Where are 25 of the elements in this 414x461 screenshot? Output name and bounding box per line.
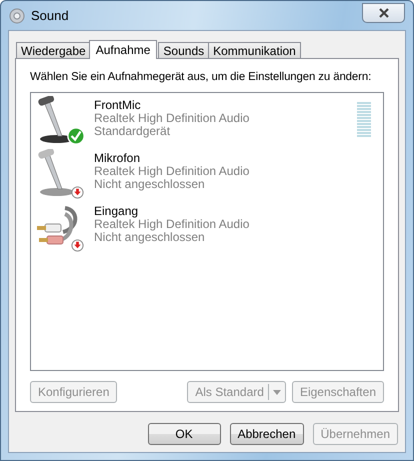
window-title: Sound	[31, 8, 70, 23]
device-driver: Realtek High Definition Audio	[94, 165, 250, 178]
device-item[interactable]: FrontMic Realtek High Definition Audio Standardgerät	[35, 96, 379, 149]
speaker-icon	[9, 8, 25, 24]
device-name: FrontMic	[94, 99, 142, 112]
device-item[interactable]: Eingang Realtek High Definition Audio Nicht angeschlossen	[35, 202, 379, 255]
tab[interactable]: Wiedergabe	[16, 42, 91, 58]
instruction-text: Wählen Sie ein Aufnahmegerät aus, um die Einstellungen zu ändern:	[30, 71, 372, 83]
dropdown-arrow-icon	[272, 390, 281, 394]
tab[interactable]: Sounds	[158, 42, 210, 58]
close-button[interactable]	[362, 2, 405, 22]
level-meter	[357, 102, 371, 137]
device-status: Standardgerät	[94, 125, 172, 138]
device-driver: Realtek High Definition Audio	[94, 112, 250, 125]
dialog-button[interactable]: Abbrechen	[230, 423, 304, 445]
close-icon	[378, 8, 390, 18]
device-name: Eingang	[94, 205, 140, 218]
tab[interactable]: Kommunikation	[208, 42, 301, 58]
device-status: Nicht angeschlossen	[94, 231, 206, 244]
device-name: Mikrofon	[94, 152, 142, 165]
device-status: Nicht angeschlossen	[94, 178, 206, 191]
device-item[interactable]: Mikrofon Realtek High Definition Audio Nicht angeschlossen	[35, 149, 379, 202]
tab[interactable]: Aufnahme	[88, 40, 158, 59]
device-driver: Realtek High Definition Audio	[94, 218, 250, 231]
dialog-button[interactable]: OK	[148, 423, 221, 445]
